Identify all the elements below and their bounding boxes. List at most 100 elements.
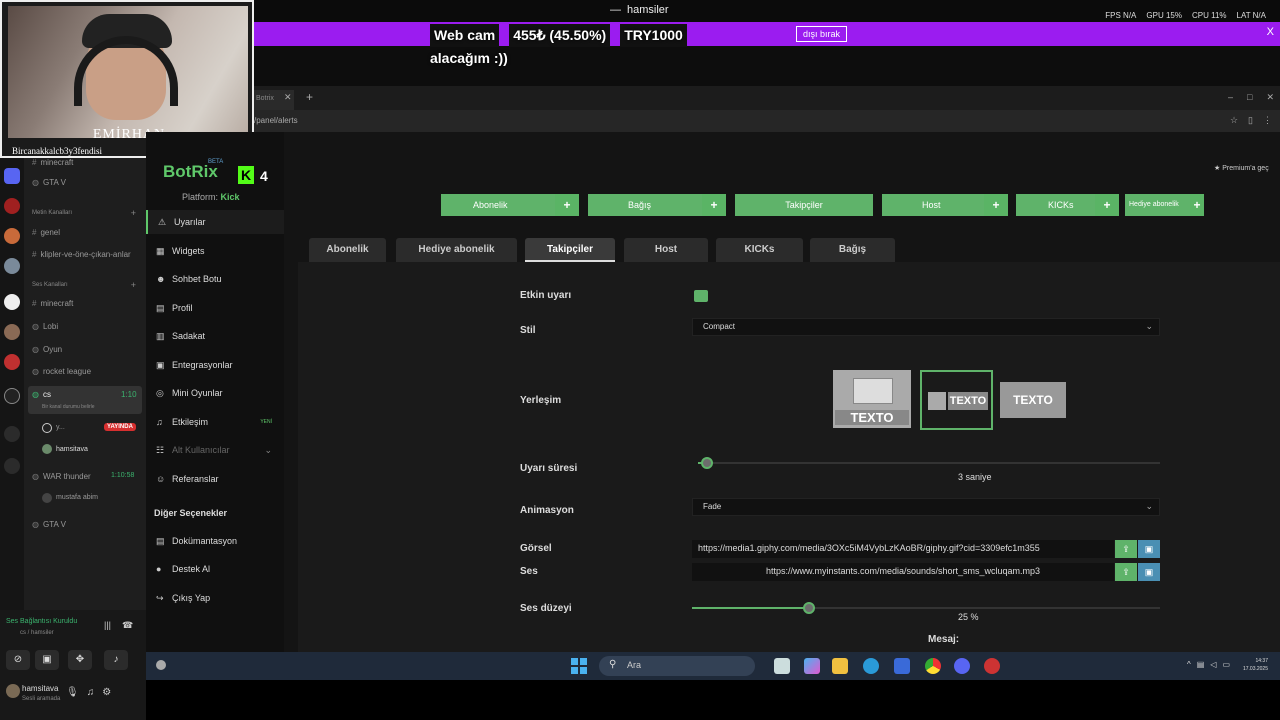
close-icon[interactable]: X [1267,26,1274,38]
chevron-up-icon[interactable]: ^ [1187,660,1191,669]
member-avatar[interactable] [42,444,52,454]
camera-off-icon[interactable]: ⊘ [6,650,30,670]
duration-slider-thumb[interactable] [701,457,713,469]
nav-alerts[interactable]: ⚠ Uyarılar [146,210,284,234]
enabled-checkbox[interactable] [694,290,708,302]
gallery-icon[interactable]: ▣ [1138,540,1160,558]
channel-item[interactable]: # klipler-ve-öne-çıkan-anlar [32,250,131,259]
server-icon[interactable] [4,198,20,214]
waveform-icon[interactable]: ||| [104,620,111,630]
server-icon[interactable] [4,294,20,310]
maximize-icon[interactable]: □ [1247,92,1252,103]
server-icon[interactable] [4,228,20,244]
nav-loyalty[interactable]: ▥ Sadakat [146,324,284,348]
gallery-icon[interactable]: ▣ [1138,563,1160,581]
voice-status[interactable]: Ses Bağlantısı Kuruldu [6,618,77,625]
category-label[interactable]: Metin Kanalları [32,210,72,216]
add-followers-button[interactable]: Takipçiler [735,194,873,216]
voice-channel-item[interactable]: # minecraft [32,299,73,308]
soundboard-icon[interactable]: ♪ [104,650,128,670]
copilot-icon[interactable] [804,658,820,674]
taskbar-search[interactable]: ⚲ Ara [599,656,755,676]
member-avatar[interactable] [42,423,52,433]
volume-icon[interactable]: ◁ [1210,660,1216,669]
channel-status[interactable]: Bir kanal durumu belirle [42,404,95,410]
add-channel-icon[interactable]: + [131,280,136,290]
botrix-logo[interactable]: BotRix [163,162,218,182]
obs-icon[interactable] [984,658,1000,674]
tab-subscription[interactable]: Abonelik [309,238,386,262]
network-icon[interactable]: ▤ [1197,660,1205,669]
add-donation-button[interactable]: Bağış + [588,194,726,216]
voice-channel-item[interactable]: ◍ GTA V [32,178,66,187]
settings-icon[interactable]: ⚙ [102,687,111,698]
nav-logout[interactable]: ↪ Çıkış Yap [146,586,284,610]
animation-select[interactable]: Fade ⌄ [692,498,1160,516]
tab-donation[interactable]: Bağış [810,238,895,262]
nav-chat-bot[interactable]: ☻ Sohbet Botu [146,267,284,291]
windows-start-icon[interactable] [571,658,587,674]
add-subscription-button[interactable]: Abonelik + [441,194,579,216]
upload-icon[interactable]: ⇪ [1115,563,1137,581]
activities-icon[interactable]: ✥ [68,650,92,670]
server-icon[interactable] [4,354,20,370]
channel-item[interactable]: # genel [32,228,60,237]
widgets-icon[interactable] [156,660,166,670]
nav-subusers[interactable]: ☷ Alt Kullanıcılar ⌄ [146,438,284,462]
microphone-icon[interactable]: 🎙 [66,687,79,698]
disconnect-icon[interactable]: ☎ [122,620,133,631]
category-label[interactable]: Ses Kanalları [32,282,68,288]
file-explorer-icon[interactable] [832,658,848,674]
nav-profile[interactable]: ▤ Profil [146,296,284,320]
add-host-button[interactable]: Host + [882,194,1008,216]
nav-mini-games[interactable]: ◎ Mini Oyunlar [146,381,284,405]
star-icon[interactable]: ☆ [1230,115,1238,126]
battery-icon[interactable]: ▭ [1222,660,1230,669]
tab-host[interactable]: Host [624,238,708,262]
nav-integrations[interactable]: ▣ Entegrasyonlar [146,353,284,377]
layout-option-overlay[interactable]: TEXTO [1000,382,1066,418]
style-select[interactable]: Compact ⌄ [692,318,1160,336]
premium-link[interactable]: ★ Premium'a geç [1214,164,1269,172]
layout-option-stacked[interactable]: TEXTO [833,370,911,428]
taskbar-clock[interactable]: 14:37 17.03.2025 [1243,657,1268,673]
layout-option-side[interactable]: TEXTO [920,370,993,430]
server-icon[interactable] [4,258,20,274]
volume-slider-thumb[interactable] [803,602,815,614]
extension-icon[interactable]: ▯ [1248,115,1253,126]
screen-share-icon[interactable]: ▣ [35,650,59,670]
headphones-icon[interactable]: ♫ [87,687,95,698]
voice-channel-item[interactable]: ◍ rocket league [32,367,91,376]
new-tab-icon[interactable]: + [306,90,313,104]
nav-support[interactable]: ● Destek Al [146,557,284,581]
minimize-icon[interactable]: – [1228,92,1233,103]
server-icon[interactable] [4,168,20,184]
discover-icon[interactable] [4,458,20,474]
nav-widgets[interactable]: ▦ Widgets [146,239,284,263]
add-gift-sub-button[interactable]: Hediye abonelik + [1125,194,1204,216]
duration-slider-track[interactable] [698,462,1160,464]
add-server-icon[interactable] [4,426,20,442]
discord-icon[interactable] [954,658,970,674]
server-icon[interactable] [4,388,20,404]
sound-url-input[interactable]: https://www.myinstants.com/media/sounds/… [692,563,1114,581]
task-view-icon[interactable] [774,658,790,674]
url-text[interactable]: /panel/alerts [254,116,298,125]
voice-channel-item[interactable]: ◍ GTA V [32,520,66,529]
member-name[interactable]: y... [56,424,65,431]
add-channel-icon[interactable]: + [131,208,136,218]
dismiss-button[interactable]: dışı bırak [796,26,848,42]
channel-item[interactable]: # minecraft [32,158,73,167]
tab-gift-sub[interactable]: Hediye abonelik [396,238,517,262]
member-name[interactable]: mustafa abim [56,494,98,501]
member-name[interactable]: hamsitava [56,446,88,453]
tab-close-icon[interactable]: ✕ [284,92,292,103]
tab-kicks[interactable]: KICKs [716,238,803,262]
nav-referrals[interactable]: ☺ Referanslar [146,467,284,491]
member-avatar[interactable] [42,493,52,503]
voice-channel-item[interactable]: ◍ WAR thunder [32,472,91,481]
voice-channel-item[interactable]: ◍ Oyun [32,345,62,354]
edge-icon[interactable] [863,658,879,674]
image-url-input[interactable]: https://media1.giphy.com/media/3OXc5iM4V… [692,540,1114,558]
nav-interaction[interactable]: ♫ Etkileşim YENİ [146,410,284,434]
